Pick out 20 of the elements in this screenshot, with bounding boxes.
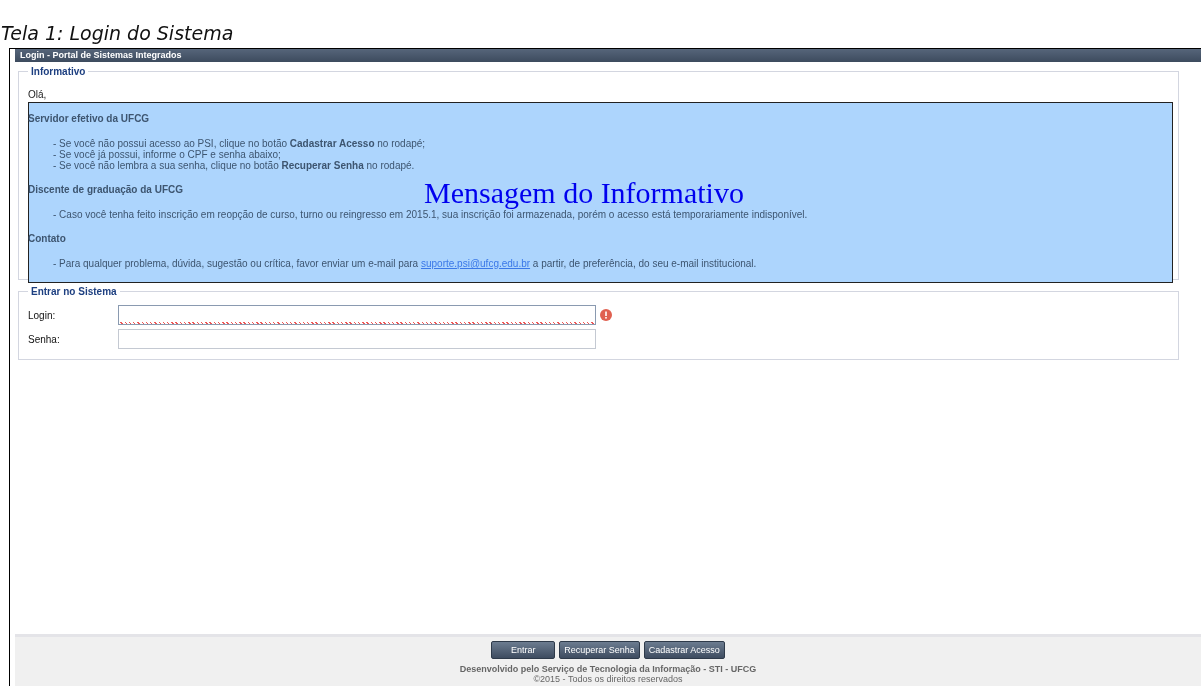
info-text: - Se você não possui acesso ao PSI, clique no botão Cadastrar Acesso no rodapé; <box>52 138 426 149</box>
field-label: Login: <box>28 309 57 321</box>
figure-caption: Tela 1: Login do Sistema <box>1 21 235 46</box>
credit-text: Desenvolvido pelo Serviço de Tecnologia da Informação - STI - UFCG <box>459 664 757 674</box>
field-label: Senha: <box>28 333 61 345</box>
footer-button[interactable]: Entrar <box>491 641 556 659</box>
error-icon <box>600 309 612 321</box>
info-text: - Caso você tenha feito inscrição em reopção de curso, turno ou reingresso em 2015.1, sua inscrição foi armazenada, porém o acesso está temporariamente indisponível. <box>52 209 808 220</box>
greeting-text: Olá, <box>28 89 47 100</box>
footer-button[interactable]: Cadastrar Acesso <box>643 641 725 659</box>
panel-legend: Entrar no Sistema <box>28 286 120 297</box>
panel-legend: Informativo <box>28 66 89 77</box>
info-text: - Para qualquer problema, dúvida, sugestão ou crítica, favor enviar um e-mail para suporte.psi@ufcg.edu.br a partir, de preferência, do seu e-mail institucional. <box>52 258 757 269</box>
info-text: - Se você já possui, informe o CPF e senha abaixo; <box>52 149 281 160</box>
copyright-text: ©2015 - Todos os direitos reservados <box>533 674 683 684</box>
input-field[interactable] <box>118 305 596 325</box>
footer-button[interactable]: Recuperar Senha <box>559 641 640 659</box>
title-bar: Login - Portal de Sistemas Integrados <box>15 49 1201 62</box>
info-text: - Se você não lembra a sua senha, clique no botão Recuperar Senha no rodapé. <box>52 160 415 171</box>
input-field[interactable] <box>118 329 596 349</box>
